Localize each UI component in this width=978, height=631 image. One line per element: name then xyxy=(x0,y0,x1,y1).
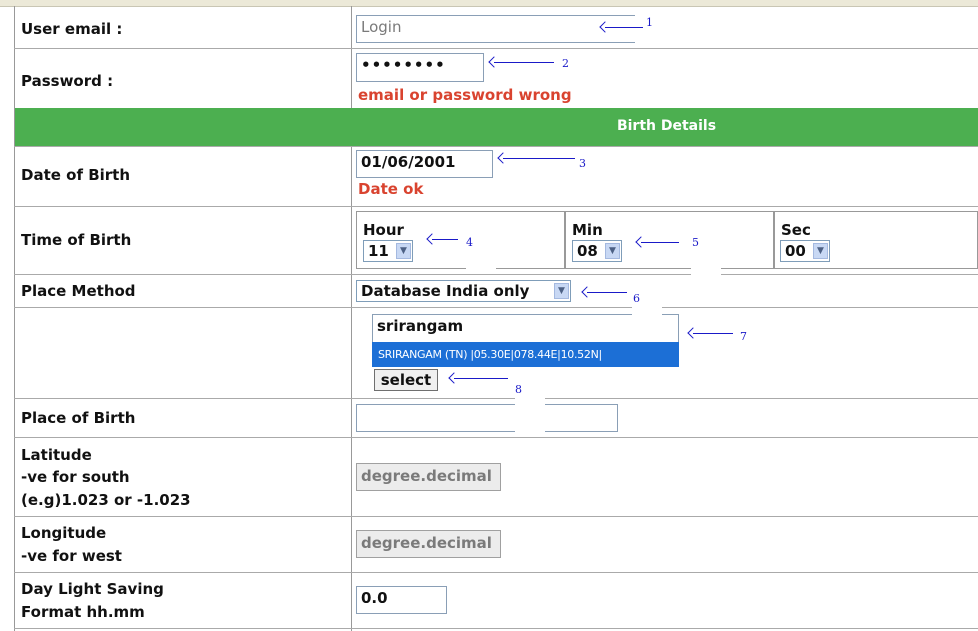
autocomplete-suggestion[interactable]: SRIRANGAM (TN) |05.30E|078.44E|10.52N| xyxy=(372,342,679,367)
place-search-value: srirangam xyxy=(377,317,464,335)
row-divider xyxy=(14,628,978,629)
section-header: Birth Details xyxy=(15,108,978,146)
dst-format-hint: Format hh.mm xyxy=(21,603,145,621)
annotation-arrow xyxy=(488,56,554,69)
latitude-example: (e.g)1.023 or -1.023 xyxy=(21,491,191,509)
user-email-label: User email : xyxy=(21,20,123,38)
second-label: Sec xyxy=(781,221,811,239)
password-error-text: email or password wrong xyxy=(358,86,572,104)
annotation-arrow xyxy=(635,236,679,249)
annotation-arrow xyxy=(497,152,575,165)
hour-label: Hour xyxy=(363,221,404,239)
minute-value: 08 xyxy=(577,242,598,260)
password-value: •••••••• xyxy=(361,56,446,74)
annotation-number: 7 xyxy=(740,330,747,343)
place-method-label: Place Method xyxy=(21,282,136,300)
date-of-birth-field[interactable]: 01/06/2001 xyxy=(356,150,493,178)
row-divider xyxy=(14,274,978,275)
place-of-birth-field[interactable] xyxy=(356,404,618,432)
second-value: 00 xyxy=(785,242,806,260)
table-left-border xyxy=(14,6,15,631)
annotation-number: 5 xyxy=(692,236,699,249)
email-placeholder: Login xyxy=(361,18,402,36)
annotation-number: 3 xyxy=(579,157,586,170)
place-of-birth-label: Place of Birth xyxy=(21,409,136,427)
column-divider xyxy=(351,6,352,631)
annotation-patch xyxy=(632,280,662,340)
dst-value: 0.0 xyxy=(361,589,388,607)
row-divider xyxy=(14,437,978,438)
latitude-field[interactable]: degree.decimal xyxy=(356,463,501,491)
annotation-number: 6 xyxy=(633,292,640,305)
annotation-arrow xyxy=(581,286,627,299)
row-divider xyxy=(14,516,978,517)
annotation-arrow xyxy=(599,21,643,34)
annotation-patch xyxy=(515,392,545,432)
annotation-arrow xyxy=(687,327,733,340)
hour-select[interactable]: 11 ▼ xyxy=(363,240,413,262)
dst-label: Day Light Saving xyxy=(21,580,164,598)
time-of-birth-label: Time of Birth xyxy=(21,231,132,249)
row-divider xyxy=(14,206,978,207)
date-of-birth-value: 01/06/2001 xyxy=(361,153,456,171)
annotation-number: 1 xyxy=(646,16,653,29)
minute-select[interactable]: 08 ▼ xyxy=(572,240,622,262)
annotation-number: 4 xyxy=(466,236,473,249)
row-divider xyxy=(14,48,978,49)
hour-value: 11 xyxy=(368,242,389,260)
section-header-title: Birth Details xyxy=(616,118,717,134)
latitude-label: Latitude xyxy=(21,446,92,464)
row-divider xyxy=(14,572,978,573)
row-divider xyxy=(14,146,978,147)
place-method-select-overlay xyxy=(356,280,571,302)
second-select[interactable]: 00 ▼ xyxy=(780,240,830,262)
latitude-hint: -ve for south xyxy=(21,468,130,486)
annotation-number: 8 xyxy=(515,383,522,396)
row-divider xyxy=(14,398,978,399)
longitude-field[interactable]: degree.decimal xyxy=(356,530,501,558)
chevron-down-icon[interactable]: ▼ xyxy=(813,243,828,259)
dst-field[interactable]: 0.0 xyxy=(356,586,447,614)
annotation-number: 2 xyxy=(562,57,569,70)
password-label: Password : xyxy=(21,72,114,90)
annotation-arrow xyxy=(426,233,458,246)
annotation-patch xyxy=(466,226,496,274)
browser-top-strip xyxy=(0,0,978,7)
chevron-down-icon[interactable]: ▼ xyxy=(605,243,620,259)
date-status-text: Date ok xyxy=(358,180,424,198)
annotation-arrow xyxy=(448,372,508,385)
row-divider xyxy=(14,307,978,308)
select-button[interactable]: select xyxy=(374,369,438,391)
chevron-down-icon[interactable]: ▼ xyxy=(396,243,411,259)
minute-label: Min xyxy=(572,221,603,239)
longitude-label: Longitude xyxy=(21,524,107,542)
password-field[interactable]: •••••••• xyxy=(356,53,484,82)
longitude-hint: -ve for west xyxy=(21,547,122,565)
date-of-birth-label: Date of Birth xyxy=(21,166,131,184)
